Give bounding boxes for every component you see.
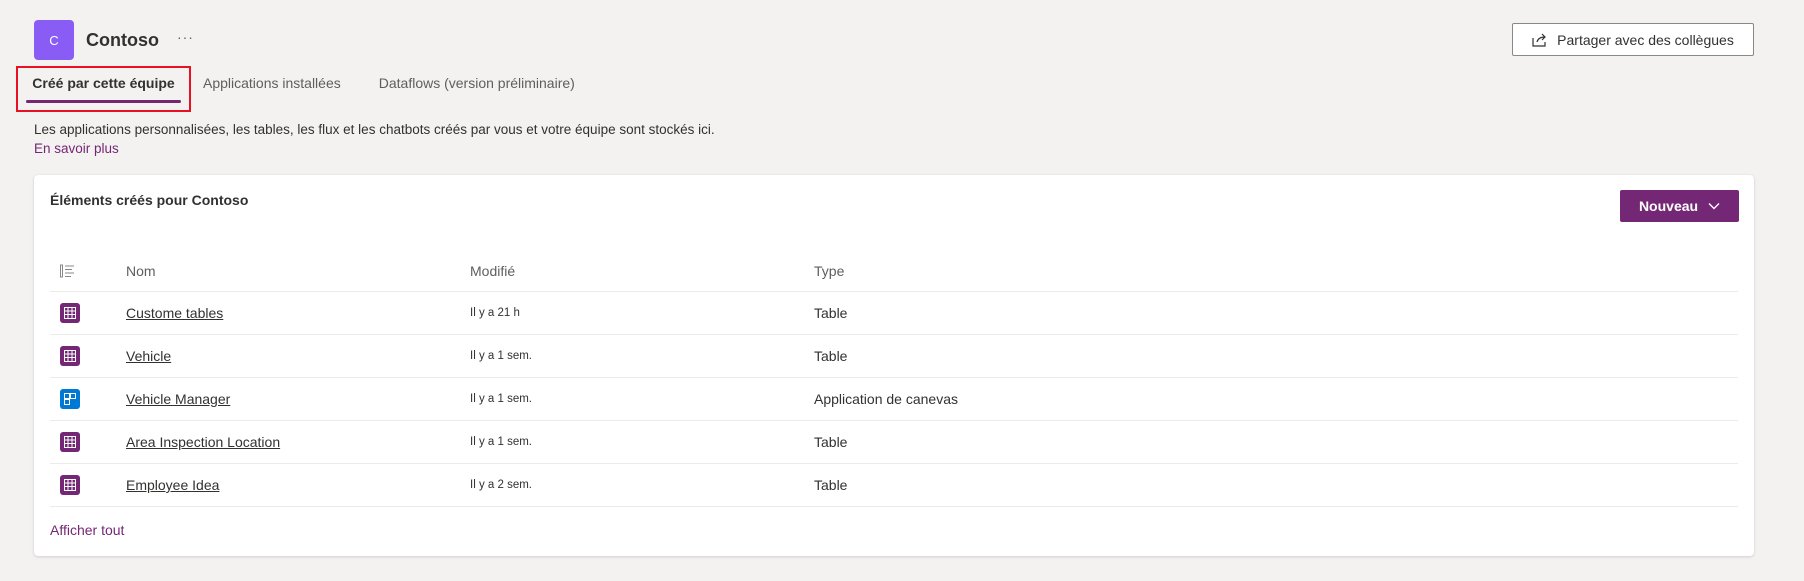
chevron-down-icon [1708, 203, 1720, 210]
item-name-link[interactable]: Employee Idea [126, 477, 219, 493]
table-row[interactable]: Vehicle Il y a 1 sem. Table [50, 335, 1738, 378]
item-modified: Il y a 2 sem. [470, 479, 532, 491]
row-icon-cell [50, 432, 126, 452]
tab-created-by-team[interactable]: Créé par cette équipe [16, 66, 191, 112]
card-title: Éléments créés pour Contoso [50, 192, 249, 208]
item-name-link[interactable]: Vehicle [126, 348, 171, 364]
team-avatar: C [34, 20, 74, 60]
new-button[interactable]: Nouveau [1620, 190, 1739, 222]
tab-label: Applications installées [203, 75, 341, 91]
show-all-link[interactable]: Afficher tout [50, 522, 124, 538]
row-icon-cell [50, 389, 126, 409]
item-name-link[interactable]: Vehicle Manager [126, 391, 230, 407]
column-header-modified[interactable]: Modifié [470, 263, 814, 279]
row-icon-cell [50, 303, 126, 323]
item-modified: Il y a 21 h [470, 307, 520, 319]
table-icon [60, 346, 80, 366]
share-button[interactable]: Partager avec des collègues [1512, 23, 1754, 56]
item-modified: Il y a 1 sem. [470, 350, 532, 362]
table-icon [60, 475, 80, 495]
share-icon [1532, 33, 1547, 47]
tab-label: Créé par cette équipe [32, 75, 175, 91]
description-text: Les applications personnalisées, les tab… [34, 122, 715, 137]
tab-label: Dataflows (version préliminaire) [378, 75, 575, 91]
table-row[interactable]: Custome tables Il y a 21 h Table [50, 292, 1738, 335]
item-type: Application de canevas [814, 391, 958, 407]
item-type: Table [814, 348, 848, 364]
tab-installed-apps[interactable]: Applications installées [203, 66, 341, 112]
item-type: Table [814, 434, 848, 450]
new-button-label: Nouveau [1638, 198, 1699, 214]
item-name-link[interactable]: Custome tables [126, 305, 223, 321]
item-name-link[interactable]: Area Inspection Location [126, 434, 280, 450]
tab-bar: Créé par cette équipe Applications insta… [16, 66, 575, 112]
table-icon [60, 303, 80, 323]
tab-dataflows[interactable]: Dataflows (version préliminaire) [379, 66, 575, 112]
table-row[interactable]: Area Inspection Location Il y a 1 sem. T… [50, 421, 1738, 464]
item-modified: Il y a 1 sem. [470, 436, 532, 448]
created-items-card: Éléments créés pour Contoso Nouveau Nom … [34, 175, 1754, 556]
column-type-icon-header[interactable] [50, 264, 126, 278]
row-icon-cell [50, 346, 126, 366]
learn-more-link[interactable]: En savoir plus [34, 141, 119, 156]
item-type: Table [814, 477, 848, 493]
row-icon-cell [50, 475, 126, 495]
table-icon [60, 432, 80, 452]
item-type: Table [814, 305, 848, 321]
more-options-button[interactable]: ··· [177, 29, 194, 45]
item-modified: Il y a 1 sem. [470, 393, 532, 405]
column-header-type[interactable]: Type [814, 263, 1738, 279]
active-tab-indicator [26, 100, 181, 103]
team-header: C Contoso ··· [34, 20, 194, 60]
team-name: Contoso [86, 29, 159, 50]
list-icon [60, 264, 74, 277]
table-row[interactable]: Employee Idea Il y a 2 sem. Table [50, 464, 1738, 507]
items-table: Nom Modifié Type Custome tables Il y a 2… [50, 250, 1738, 507]
table-row[interactable]: Vehicle Manager Il y a 1 sem. Applicatio… [50, 378, 1738, 421]
column-header-name[interactable]: Nom [126, 263, 470, 279]
canvas-app-icon [60, 389, 80, 409]
table-header-row: Nom Modifié Type [50, 250, 1738, 292]
share-button-label: Partager avec des collègues [1557, 31, 1734, 48]
